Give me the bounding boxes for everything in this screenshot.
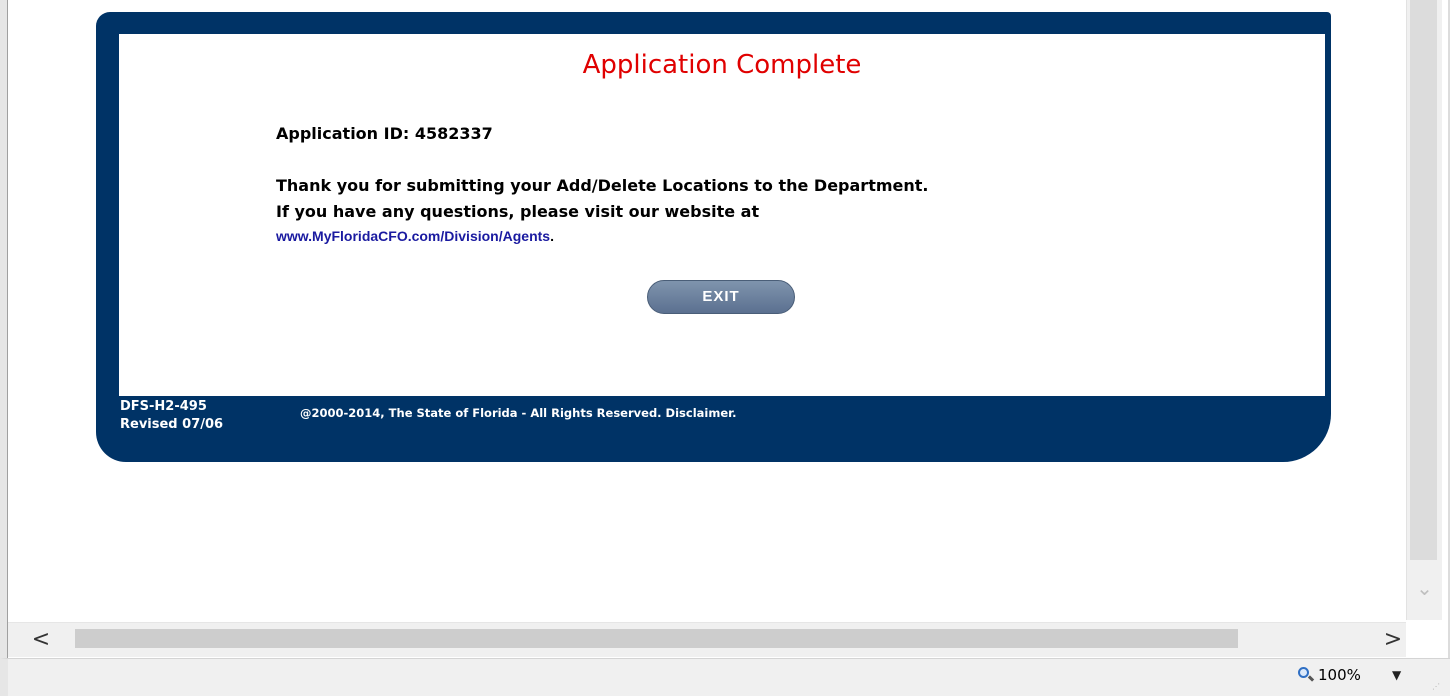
link-period: . (550, 228, 554, 244)
zoom-dropdown-icon[interactable]: ▼ (1392, 668, 1401, 682)
website-link-line: www.MyFloridaCFO.com/Division/Agents. (276, 228, 554, 244)
form-code: DFS-H2-495 Revised 07/06 (120, 398, 223, 434)
horizontal-scroll-thumb[interactable] (75, 629, 1238, 648)
thank-you-message: Thank you for submitting your Add/Delete… (276, 176, 929, 195)
copyright-notice: @2000-2014, The State of Florida - All R… (300, 406, 737, 420)
page-title: Application Complete (582, 50, 862, 80)
status-bar: 100% ▼ ⋰ (0, 658, 1450, 696)
form-number: DFS-H2-495 (120, 399, 207, 414)
resize-grip-icon[interactable]: ⋰ (1432, 682, 1442, 692)
scroll-left-arrow-icon[interactable]: < (14, 623, 68, 657)
zoom-magnifier-icon (1298, 667, 1315, 683)
vertical-scroll-thumb[interactable] (1410, 0, 1437, 560)
content-panel-body: Application Complete Application ID: 458… (119, 34, 1325, 396)
exit-button[interactable]: EXIT (647, 280, 795, 314)
scroll-down-arrow-icon[interactable]: ⌄ (1407, 570, 1442, 606)
zoom-control[interactable]: 100% (1298, 666, 1361, 684)
vertical-scrollbar[interactable]: ⌄ (1406, 0, 1442, 620)
window-left-border (0, 0, 8, 658)
scroll-right-arrow-icon[interactable]: > (1366, 623, 1420, 657)
application-id: Application ID: 4582337 (276, 124, 493, 143)
content-panel: Application Complete Application ID: 458… (96, 12, 1331, 462)
visit-website-message: If you have any questions, please visit … (276, 202, 760, 221)
website-link[interactable]: www.MyFloridaCFO.com/Division/Agents (276, 228, 550, 244)
form-revision: Revised 07/06 (120, 417, 224, 432)
horizontal-scrollbar[interactable]: < > (8, 622, 1406, 657)
zoom-level: 100% (1318, 666, 1361, 684)
